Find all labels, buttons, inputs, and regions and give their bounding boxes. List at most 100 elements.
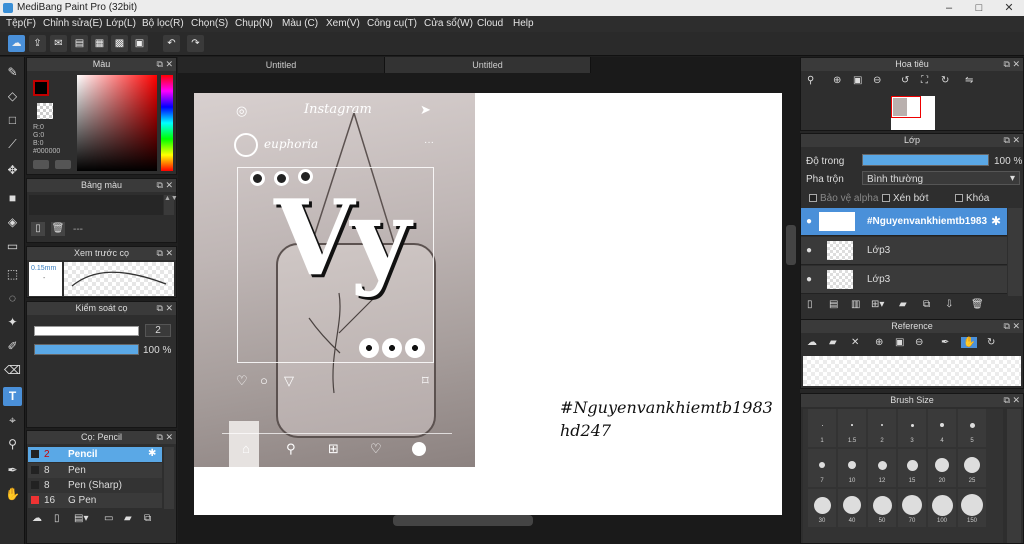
rotate-left-icon[interactable]: ↺: [901, 75, 909, 86]
brush-size-cell[interactable]: 1.5: [838, 409, 866, 447]
brush-size-cell[interactable]: 3: [898, 409, 926, 447]
brush-size-cell[interactable]: 100: [928, 489, 956, 527]
layer-row[interactable]: ● Lớp3: [801, 266, 1007, 294]
horizontal-scrollbar-thumb[interactable]: [393, 515, 533, 526]
hand-icon[interactable]: ✋: [961, 337, 978, 348]
brush-size-cell[interactable]: 4: [928, 409, 956, 447]
pages-icon[interactable]: ▩: [111, 35, 128, 52]
menu-window[interactable]: Cửa sổ(W): [424, 16, 473, 32]
panel-controls-icon[interactable]: ⧉ ✕: [153, 59, 173, 70]
panel-controls-icon[interactable]: ⧉ ✕: [1000, 135, 1020, 146]
menu-help[interactable]: Help: [513, 16, 534, 32]
palette-swatch-area[interactable]: [29, 195, 163, 215]
signature-text-2[interactable]: hd247: [560, 421, 611, 440]
tab-untitled-1[interactable]: Untitled: [178, 57, 385, 73]
brush-size-cell[interactable]: 2: [868, 409, 896, 447]
menu-layer[interactable]: Lớp(L): [106, 16, 136, 32]
hand-tool-icon[interactable]: ✋: [3, 485, 22, 504]
panel-controls-icon[interactable]: ⧉ ✕: [153, 248, 173, 259]
zoom-out-icon[interactable]: ⊖: [873, 75, 881, 86]
delete-layer-icon[interactable]: 🗑: [971, 299, 984, 310]
minimize-button[interactable]: –: [934, 0, 964, 16]
menu-select[interactable]: Chọn(S): [191, 16, 228, 32]
zoom-in-icon[interactable]: ⊕: [833, 75, 841, 86]
brush-size-cell[interactable]: 5: [958, 409, 986, 447]
layer-opacity-slider[interactable]: [862, 154, 989, 166]
brush-size-scrollbar[interactable]: [1007, 409, 1021, 543]
new-layer-icon[interactable]: ▯: [807, 299, 813, 310]
brush-size-cell[interactable]: 30: [808, 489, 836, 527]
background-color-swatch[interactable]: [37, 103, 53, 119]
rotate-right-icon[interactable]: ↻: [941, 75, 949, 86]
close-reference-icon[interactable]: ✕: [851, 337, 859, 348]
operation-tool-icon[interactable]: ⌖: [3, 411, 22, 430]
cloud-brush-icon[interactable]: ☁: [32, 513, 42, 524]
cloud-icon[interactable]: ☁: [8, 35, 25, 52]
eye-icon[interactable]: ●: [806, 245, 812, 256]
brush-list-scrollbar[interactable]: [164, 447, 174, 509]
zoom-in-icon[interactable]: ⊕: [875, 337, 883, 348]
move-tool-icon[interactable]: ✥: [3, 161, 22, 180]
shape-tool-icon[interactable]: ■: [3, 189, 22, 208]
navigator-thumbnail[interactable]: [891, 96, 935, 130]
brush-size-cell[interactable]: 50: [868, 489, 896, 527]
eye-icon[interactable]: ●: [806, 274, 812, 285]
brush-size-cell[interactable]: 12: [868, 449, 896, 487]
upload-icon[interactable]: ⇪: [29, 35, 46, 52]
artwork-photo[interactable]: ◎ Instagram ➤ euphoria ··· Vy ♡ ○ ▽ ⌑ ⌂ …: [194, 93, 475, 467]
eyedropper-icon[interactable]: ✒: [941, 337, 949, 348]
fill-tool-icon[interactable]: ◈: [3, 213, 22, 232]
duplicate-layer-icon[interactable]: ⧉: [923, 299, 930, 310]
menu-file[interactable]: Tệp(F): [6, 16, 36, 32]
brush-size-cell[interactable]: 20: [928, 449, 956, 487]
text-tool-icon[interactable]: T: [3, 387, 22, 406]
brush-item-g-pen[interactable]: 16 G Pen: [28, 493, 162, 508]
rotate-icon[interactable]: ↻: [987, 337, 995, 348]
zoom-icon[interactable]: ⚲: [807, 75, 814, 86]
comment-icon[interactable]: ✉: [50, 35, 67, 52]
color-picker-square[interactable]: [77, 75, 157, 171]
maximize-button[interactable]: □: [964, 0, 994, 16]
brush-size-grid[interactable]: 1 1.5 2 3 4 5 7 10 12 15 20 25 30 40 50 70 100 150: [803, 409, 1003, 543]
flip-icon[interactable]: ⇋: [965, 75, 973, 86]
undo-icon[interactable]: ↶: [163, 35, 180, 52]
brush-item-pencil[interactable]: 2 Pencil ✱: [28, 447, 162, 462]
brush-size-cell[interactable]: 40: [838, 489, 866, 527]
brush-tool-icon[interactable]: ✎: [3, 63, 22, 82]
new-layer-3-icon[interactable]: ▥: [851, 299, 860, 310]
book-icon[interactable]: ▤: [71, 35, 88, 52]
lock-checkbox[interactable]: [955, 194, 963, 202]
brush-size-cell[interactable]: 15: [898, 449, 926, 487]
brush-size-cell[interactable]: 1: [808, 409, 836, 447]
menu-cloud[interactable]: Cloud: [477, 16, 503, 32]
color-mode-button[interactable]: [33, 160, 49, 169]
select-tool-icon[interactable]: ⬚: [3, 265, 22, 284]
menu-filter[interactable]: Bộ lọc(R): [142, 16, 184, 32]
layer-scrollbar[interactable]: [1008, 208, 1022, 296]
signature-text-1[interactable]: #Nguyenvankhiemtb1983: [560, 398, 773, 417]
brush-item-pen-sharp[interactable]: 8 Pen (Sharp): [28, 478, 162, 493]
layer-folder-icon[interactable]: ▰: [899, 299, 907, 310]
select-pen-icon[interactable]: ✐: [3, 337, 22, 356]
panel-controls-icon[interactable]: ⧉ ✕: [1000, 59, 1020, 70]
brush-size-cell[interactable]: 25: [958, 449, 986, 487]
line-tool-icon[interactable]: ⟋: [3, 135, 22, 154]
panel-controls-icon[interactable]: ⧉ ✕: [153, 303, 173, 314]
color-mode-button-2[interactable]: [55, 160, 71, 169]
cloud-reference-icon[interactable]: ☁: [807, 337, 817, 348]
menu-capture[interactable]: Chụp(N): [235, 16, 273, 32]
page-icon[interactable]: ▦: [91, 35, 108, 52]
brush-size-cell[interactable]: 7: [808, 449, 836, 487]
grid-icon[interactable]: ▣: [131, 35, 148, 52]
fit-icon[interactable]: ▣: [895, 337, 904, 348]
pen-tool-icon[interactable]: ✒: [3, 461, 22, 480]
copy-brush-icon[interactable]: ▭: [104, 513, 113, 524]
menu-edit[interactable]: Chỉnh sửa(E): [43, 16, 103, 32]
merge-layer-icon[interactable]: ⇩: [945, 299, 953, 310]
protect-alpha-checkbox[interactable]: [809, 194, 817, 202]
brush-size-cell[interactable]: 150: [958, 489, 986, 527]
fit-window-icon[interactable]: ⛶: [921, 75, 928, 86]
add-brush-icon[interactable]: ▯: [54, 513, 60, 524]
layer-row-selected[interactable]: ● #Nguyenvankhiemtb1983 ✱: [801, 208, 1007, 236]
reference-image-area[interactable]: [803, 356, 1021, 386]
